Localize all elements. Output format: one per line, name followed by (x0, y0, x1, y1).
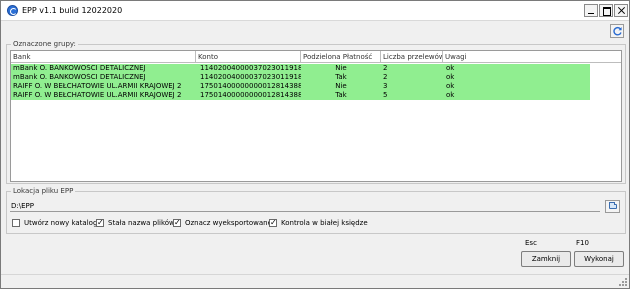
fixed-file-name-option[interactable]: ✓ Stała nazwa plików (96, 219, 175, 229)
cell-notes: ok (446, 91, 455, 99)
refresh-button[interactable] (610, 24, 624, 38)
table-row[interactable]: mBank O. BANKOWOŚCI DETALICZNEJ 11402004… (11, 73, 590, 82)
cell-bank: mBank O. BANKOWOŚCI DETALICZNEJ (13, 73, 146, 81)
file-location-label: Lokacja pliku EPP (11, 187, 76, 195)
cell-bank: mBank O. BANKOWOŚCI DETALICZNEJ (13, 64, 146, 72)
column-header-bank[interactable]: Bank (11, 51, 196, 63)
column-header-split-payment[interactable]: Podzielona Płatność (301, 51, 381, 63)
close-button[interactable]: Zamknij (521, 251, 571, 267)
cell-account: 11402004000037023011918B (200, 64, 301, 72)
white-list-check-option[interactable]: ✓ Kontrola w białej księdze (269, 219, 369, 229)
cell-split-payment: Nie (335, 82, 347, 90)
cell-split-payment: Tak (335, 91, 347, 99)
title-bar: EPP v1.1 bulid 12022020 (1, 1, 629, 21)
refresh-icon (613, 26, 622, 36)
create-new-folder-label: Utwórz nowy katalog (24, 219, 98, 227)
main-window: EPP v1.1 bulid 12022020 Oznaczone grupy:… (0, 0, 630, 289)
run-shortcut-hint: F10 (576, 239, 589, 247)
table-row[interactable]: RAIFF O. W BEŁCHATOWIE UL.ARMII KRAJOWEJ… (11, 91, 590, 100)
marked-groups-label: Oznaczone grupy: (11, 40, 78, 48)
fixed-file-name-label: Stała nazwa plików (108, 219, 175, 227)
cell-split-payment: Nie (335, 64, 347, 72)
window-title: EPP v1.1 bulid 12022020 (22, 6, 123, 15)
cell-account: 17501400000000012814388 (200, 91, 301, 99)
column-header-notes[interactable]: Uwagi (443, 51, 621, 63)
cell-transfer-count: 3 (383, 82, 388, 90)
cell-transfer-count: 5 (383, 91, 388, 99)
table-row[interactable]: RAIFF O. W BEŁCHATOWIE UL.ARMII KRAJOWEJ… (11, 82, 590, 91)
cell-notes: ok (446, 73, 455, 81)
maximize-icon[interactable] (599, 4, 613, 17)
minimize-icon[interactable] (584, 4, 598, 17)
cell-account: 17501400000000012814388 (200, 82, 301, 90)
mark-exported-label: Oznacz wyeksportowane (185, 219, 272, 227)
cell-notes: ok (446, 82, 455, 90)
white-list-check-checkbox[interactable]: ✓ (269, 219, 277, 227)
mark-exported-option[interactable]: ✓ Oznacz wyeksportowane (173, 219, 272, 229)
cell-bank: RAIFF O. W BEŁCHATOWIE UL.ARMII KRAJOWEJ… (13, 82, 182, 90)
cell-bank: RAIFF O. W BEŁCHATOWIE UL.ARMII KRAJOWEJ… (13, 91, 182, 99)
close-icon[interactable] (614, 4, 628, 17)
file-path-field[interactable]: D:\EPP (10, 201, 600, 212)
mark-exported-checkbox[interactable]: ✓ (173, 219, 181, 227)
close-shortcut-hint: Esc (525, 239, 537, 247)
groups-table: Bank Konto Podzielona Płatność Liczba pr… (10, 50, 622, 182)
browse-folder-button[interactable] (605, 200, 620, 213)
cell-transfer-count: 2 (383, 73, 388, 81)
app-logo-icon (7, 5, 18, 16)
fixed-file-name-checkbox[interactable]: ✓ (96, 219, 104, 227)
resize-grip-icon[interactable] (619, 278, 627, 286)
cell-transfer-count: 2 (383, 64, 388, 72)
table-header: Bank Konto Podzielona Płatność Liczba pr… (11, 51, 621, 63)
cell-account: 11402004000037023011918B (200, 73, 301, 81)
white-list-check-label: Kontrola w białej księdze (281, 219, 368, 227)
cell-notes: ok (446, 64, 455, 72)
create-new-folder-option[interactable]: Utwórz nowy katalog (12, 219, 97, 229)
cell-split-payment: Tak (335, 73, 347, 81)
run-button[interactable]: Wykonaj (574, 251, 624, 267)
column-header-transfer-count[interactable]: Liczba przelewów (381, 51, 443, 63)
column-header-account[interactable]: Konto (196, 51, 301, 63)
create-new-folder-checkbox[interactable] (12, 219, 20, 227)
folder-icon (609, 202, 617, 209)
status-bar (1, 274, 629, 288)
table-row[interactable]: mBank O. BANKOWOŚCI DETALICZNEJ 11402004… (11, 64, 590, 73)
